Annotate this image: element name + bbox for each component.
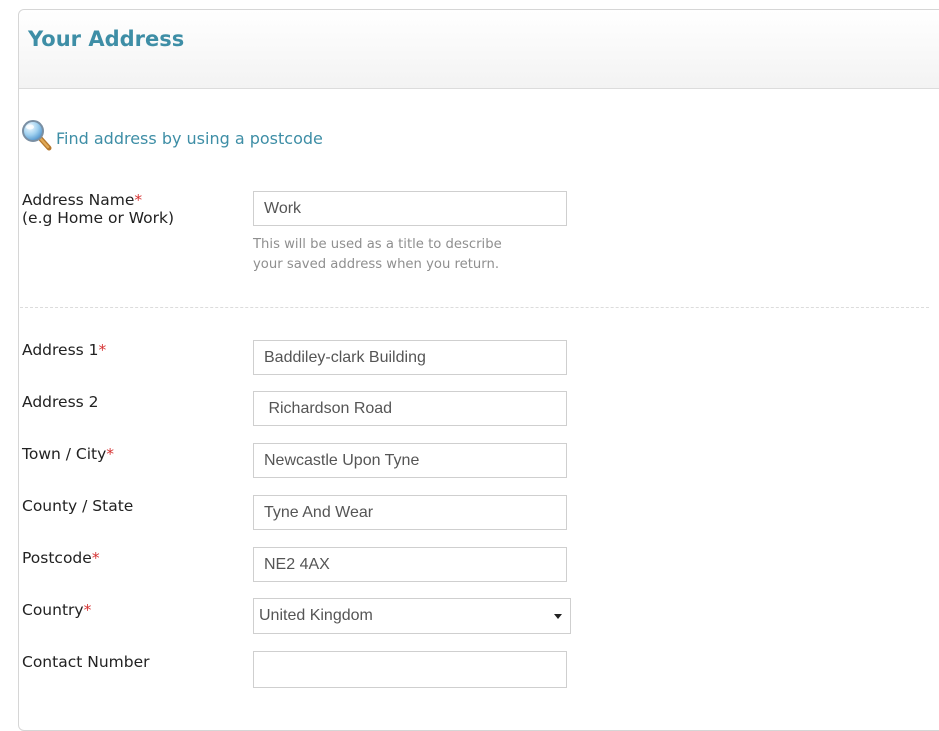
postcode-input[interactable]: NE2 4AX xyxy=(253,547,567,582)
required-marker: * xyxy=(83,601,92,619)
page-title: Your Address xyxy=(28,27,185,51)
town-input[interactable]: Newcastle Upon Tyne xyxy=(253,443,567,478)
required-marker: * xyxy=(134,191,143,209)
contact-number-input[interactable] xyxy=(253,651,567,688)
address-name-help: This will be used as a title to describe… xyxy=(253,237,502,272)
address2-input[interactable]: Richardson Road xyxy=(253,391,567,426)
county-label: County / State xyxy=(22,497,134,515)
postcode-label: Postcode* xyxy=(22,549,100,567)
town-label: Town / City* xyxy=(22,445,115,463)
find-address-label: Find address by using a postcode xyxy=(56,128,323,148)
section-divider xyxy=(20,307,929,308)
country-label: Country* xyxy=(22,601,92,619)
address1-label: Address 1* xyxy=(22,341,107,359)
contact-label: Contact Number xyxy=(22,653,150,671)
country-selected-value: United Kingdom xyxy=(259,607,373,624)
address2-label: Address 2 xyxy=(22,393,99,411)
required-marker: * xyxy=(106,445,115,463)
dropdown-arrow-icon xyxy=(554,614,562,619)
county-input[interactable]: Tyne And Wear xyxy=(253,495,567,530)
address-name-sublabel: (e.g Home or Work) xyxy=(22,209,175,227)
address-name-label: Address Name* (e.g Home or Work) xyxy=(22,191,175,227)
magnifier-icon xyxy=(22,120,52,151)
address1-input[interactable]: Baddiley-clark Building xyxy=(253,340,567,375)
required-marker: * xyxy=(98,341,107,359)
required-marker: * xyxy=(91,549,100,567)
find-address-link[interactable]: Find address by using a postcode xyxy=(20,118,323,152)
address-name-input[interactable]: Work xyxy=(253,191,567,226)
country-select[interactable]: United Kingdom xyxy=(253,598,571,634)
